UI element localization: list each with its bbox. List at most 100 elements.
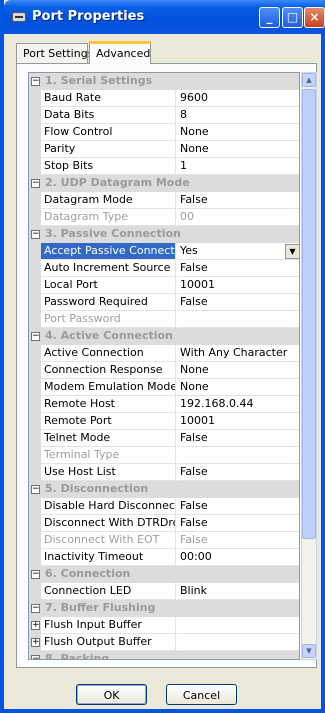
property-value[interactable]: 10001 xyxy=(177,413,299,430)
property-value[interactable]: None xyxy=(177,379,299,396)
property-row[interactable]: Telnet Mode False xyxy=(29,430,299,447)
expand-toggle-icon[interactable]: + xyxy=(31,621,40,630)
property-row[interactable]: + Flush Input Buffer xyxy=(29,617,299,634)
minimize-button[interactable]: _ xyxy=(259,7,280,28)
ok-button[interactable]: OK xyxy=(76,684,147,705)
property-row[interactable]: Modem Emulation Mode None xyxy=(29,379,299,396)
property-value[interactable]: False xyxy=(177,294,299,311)
row-gutter xyxy=(29,158,41,175)
property-value[interactable]: False xyxy=(177,464,299,481)
property-value[interactable]: 9600 xyxy=(177,90,299,107)
property-row[interactable]: Remote Host 192.168.0.44 xyxy=(29,396,299,413)
property-grid-rows: −1. Serial Settings Baud Rate 9600 Data Bit… xyxy=(28,72,300,660)
category-row[interactable]: −6. Connection xyxy=(29,566,299,583)
property-row[interactable]: Disconnect With DTRDrop False xyxy=(29,515,299,532)
property-row[interactable]: Connection Response None xyxy=(29,362,299,379)
property-value[interactable]: 1 xyxy=(177,158,299,175)
property-name: Flush Input Buffer xyxy=(41,617,176,634)
property-row[interactable]: Use Host List False xyxy=(29,464,299,481)
category-row[interactable]: −1. Serial Settings xyxy=(29,73,299,90)
collapse-toggle-icon[interactable]: − xyxy=(31,230,40,239)
property-value[interactable]: False xyxy=(177,498,299,515)
property-row[interactable]: Disable Hard Disconnect False xyxy=(29,498,299,515)
row-gutter xyxy=(29,294,41,311)
title-bar[interactable]: Port Properties _ □ × xyxy=(4,0,325,34)
property-value[interactable]: False xyxy=(177,260,299,277)
row-gutter xyxy=(29,209,41,226)
property-value[interactable]: 10001 xyxy=(177,277,299,294)
property-row[interactable]: Stop Bits 1 xyxy=(29,158,299,175)
cancel-button[interactable]: Cancel xyxy=(166,684,237,705)
property-name: Disable Hard Disconnect xyxy=(41,498,176,515)
category-row[interactable]: −4. Active Connection xyxy=(29,328,299,345)
property-row[interactable]: Remote Port 10001 xyxy=(29,413,299,430)
property-name: Disconnect With DTRDrop xyxy=(41,515,176,532)
port-properties-window: Port Properties _ □ × Port Settings Adva… xyxy=(0,0,325,713)
scroll-down-button[interactable]: ▼ xyxy=(302,644,316,658)
advanced-panel: −1. Serial Settings Baud Rate 9600 Data Bit… xyxy=(16,63,317,668)
category-row[interactable]: − 8. Packing xyxy=(29,651,299,659)
property-row[interactable]: Data Bits 8 xyxy=(29,107,299,124)
property-value[interactable]: Blink xyxy=(177,583,299,600)
property-value[interactable]: False xyxy=(177,515,299,532)
property-row[interactable]: Datagram Type 00 xyxy=(29,209,299,226)
property-value[interactable]: False xyxy=(177,192,299,209)
property-row[interactable]: Local Port 10001 xyxy=(29,277,299,294)
collapse-toggle-icon[interactable]: − xyxy=(31,77,40,86)
row-gutter xyxy=(29,345,41,362)
category-row[interactable]: −5. Disconnection xyxy=(29,481,299,498)
property-row[interactable]: Flow Control None xyxy=(29,124,299,141)
property-row[interactable]: Connection LED Blink xyxy=(29,583,299,600)
property-row[interactable]: Auto Increment Source PortFalse xyxy=(29,260,299,277)
row-gutter xyxy=(29,277,41,294)
property-value[interactable]: False xyxy=(177,430,299,447)
property-row[interactable]: Baud Rate 9600 xyxy=(29,90,299,107)
property-value[interactable] xyxy=(177,634,299,651)
collapse-toggle-icon[interactable]: − xyxy=(31,655,40,659)
property-value[interactable] xyxy=(177,617,299,634)
property-row[interactable]: Accept Passive ConnectionYes▼ xyxy=(29,243,299,260)
close-button[interactable]: × xyxy=(304,7,325,28)
expand-toggle-icon[interactable]: + xyxy=(31,638,40,647)
maximize-button[interactable]: □ xyxy=(282,7,303,28)
property-value[interactable]: Yes xyxy=(177,243,299,260)
property-row[interactable]: Port Password xyxy=(29,311,299,328)
category-row[interactable]: −7. Buffer Flushing xyxy=(29,600,299,617)
property-name: Connection Response xyxy=(41,362,176,379)
property-value xyxy=(177,447,299,464)
property-name: Terminal Type xyxy=(41,447,176,464)
collapse-toggle-icon[interactable]: − xyxy=(31,179,40,188)
vertical-scrollbar[interactable]: ▲ ▼ xyxy=(301,72,317,660)
property-row[interactable]: Password Required False xyxy=(29,294,299,311)
scroll-thumb[interactable] xyxy=(302,89,316,539)
property-value[interactable]: None xyxy=(177,141,299,158)
tab-advanced[interactable]: Advanced xyxy=(89,41,151,64)
property-row[interactable]: Datagram Mode False xyxy=(29,192,299,209)
window-icon xyxy=(12,12,26,22)
property-row[interactable]: Disconnect With EOT False xyxy=(29,532,299,549)
category-row[interactable]: −2. UDP Datagram Mode xyxy=(29,175,299,192)
collapse-toggle-icon[interactable]: − xyxy=(31,332,40,341)
property-row[interactable]: Terminal Type xyxy=(29,447,299,464)
row-gutter xyxy=(29,413,41,430)
collapse-toggle-icon[interactable]: − xyxy=(31,485,40,494)
property-value[interactable]: None xyxy=(177,124,299,141)
property-row[interactable]: Inactivity Timeout 00:00 xyxy=(29,549,299,566)
property-row[interactable]: + Flush Output Buffer xyxy=(29,634,299,651)
scroll-up-button[interactable]: ▲ xyxy=(302,73,316,87)
collapse-toggle-icon[interactable]: − xyxy=(31,604,40,613)
property-value[interactable]: 8 xyxy=(177,107,299,124)
property-value[interactable]: 00:00 xyxy=(177,549,299,566)
dropdown-arrow-icon[interactable]: ▼ xyxy=(285,244,299,259)
property-name: Baud Rate xyxy=(41,90,176,107)
category-row[interactable]: −3. Passive Connection xyxy=(29,226,299,243)
property-row[interactable]: Parity None xyxy=(29,141,299,158)
property-name: Flow Control xyxy=(41,124,176,141)
property-row[interactable]: Active Connection With Any Character xyxy=(29,345,299,362)
property-value[interactable]: With Any Character xyxy=(177,345,299,362)
tab-port-settings[interactable]: Port Settings xyxy=(16,43,93,63)
property-value[interactable]: None xyxy=(177,362,299,379)
property-value[interactable]: 192.168.0.44 xyxy=(177,396,299,413)
row-gutter xyxy=(29,532,41,549)
collapse-toggle-icon[interactable]: − xyxy=(31,570,40,579)
